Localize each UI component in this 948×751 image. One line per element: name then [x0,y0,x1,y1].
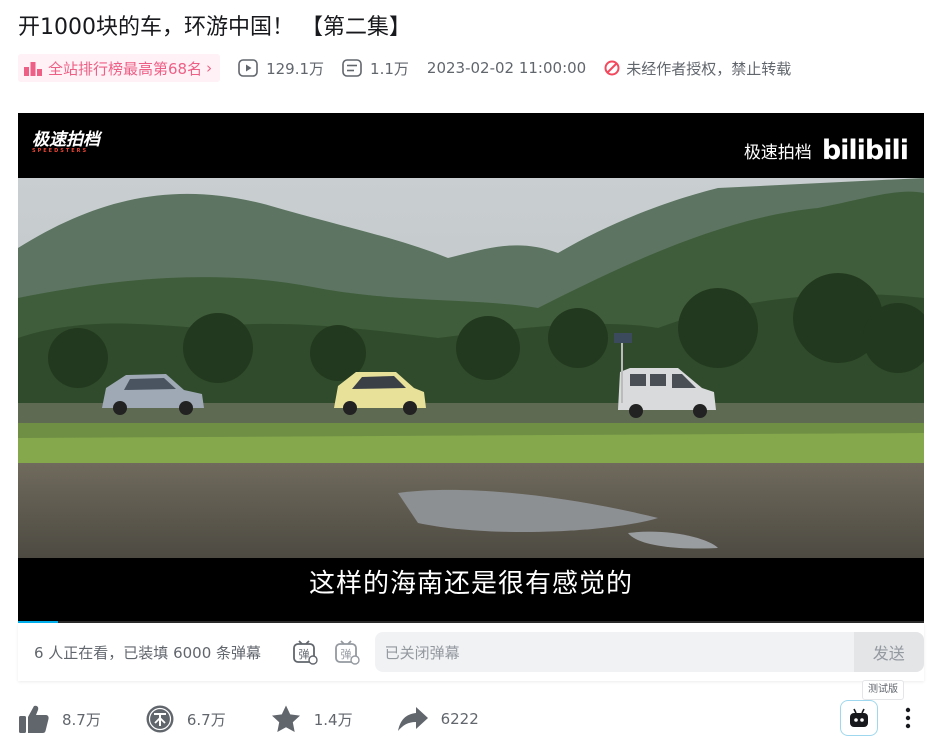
svg-text:弹: 弹 [298,647,309,661]
more-options-button[interactable] [898,706,918,730]
action-bar: 8.7万 6.7万 1.4万 6222 [18,699,523,739]
video-frame [18,178,924,558]
video-meta: 全站排行榜最高第68名 › 129.1万 1.1万 2023-02-02 11:… [18,54,791,82]
coin-count: 6.7万 [186,710,226,729]
robot-icon [850,708,868,727]
danmaku-count: 1.1万 [342,58,409,79]
ai-assistant-button[interactable] [840,700,878,736]
like-count: 8.7万 [62,710,101,729]
forbidden-icon [604,60,620,76]
danmaku-settings-icon: 弹 [334,640,360,665]
chevron-right-icon: › [206,59,213,77]
coin-button[interactable]: 6.7万 [145,704,226,734]
danmaku-bar: 6 人正在看，已装填 6000 条弹幕 弹 弹 已关闭弹幕 发送 [18,623,924,681]
danmaku-input[interactable]: 已关闭弹幕 [374,632,854,672]
play-count-icon [238,59,258,77]
view-count: 129.1万 [238,58,324,79]
copyright-notice-text: 未经作者授权，禁止转载 [626,59,792,78]
video-player[interactable]: 极速拍档 SPEEDSTERS 极速拍档 bilibili 这样的海南还是很有感… [18,113,924,623]
video-subtitle: 这样的海南还是很有感觉的 [308,569,633,599]
rank-label: 全站排行榜最高第68名 [48,59,203,78]
view-count-value: 129.1万 [266,59,325,78]
danmaku-count-value: 1.1万 [370,59,409,78]
danmaku-settings-button[interactable]: 弹 [333,637,361,667]
video-title: 开1000块的车，环游中国！ 【第二集】 [18,15,411,40]
share-button[interactable]: 6222 [397,705,479,733]
more-vertical-icon [905,707,911,729]
danmaku-toggle-button[interactable]: 弹 [291,637,319,667]
channel-watermark-text: 极速拍档 [32,130,100,150]
danmaku-input-placeholder: 已关闭弹幕 [384,643,460,662]
star-icon [271,705,300,732]
share-count: 6222 [440,710,479,728]
channel-watermark: 极速拍档 SPEEDSTERS [32,125,100,154]
share-icon [397,707,428,731]
svg-text:弹: 弹 [340,647,351,661]
watching-count: 6 人正在看，已装填 6000 条弹幕 [34,643,262,662]
copyright-notice: 未经作者授权，禁止转载 [604,58,791,79]
coin-icon [146,705,174,733]
brand-watermark: 极速拍档 bilibili [743,135,909,166]
danmaku-count-icon [342,59,362,77]
rank-badge[interactable]: 全站排行榜最高第68名 › [18,54,221,82]
favorite-count: 1.4万 [313,710,353,729]
thumbs-up-icon [19,705,49,733]
brand-watermark-text: 极速拍档 [743,143,812,163]
ranking-icon [24,62,42,76]
like-button[interactable]: 8.7万 [18,704,101,734]
beta-badge: 测试版 [862,680,904,700]
danmaku-on-icon: 弹 [293,640,318,665]
favorite-button[interactable]: 1.4万 [270,704,353,734]
publish-time: 2023-02-02 11:00:00 [426,59,587,77]
bilibili-logo: bilibili [821,135,909,166]
send-button[interactable]: 发送 [853,632,924,672]
